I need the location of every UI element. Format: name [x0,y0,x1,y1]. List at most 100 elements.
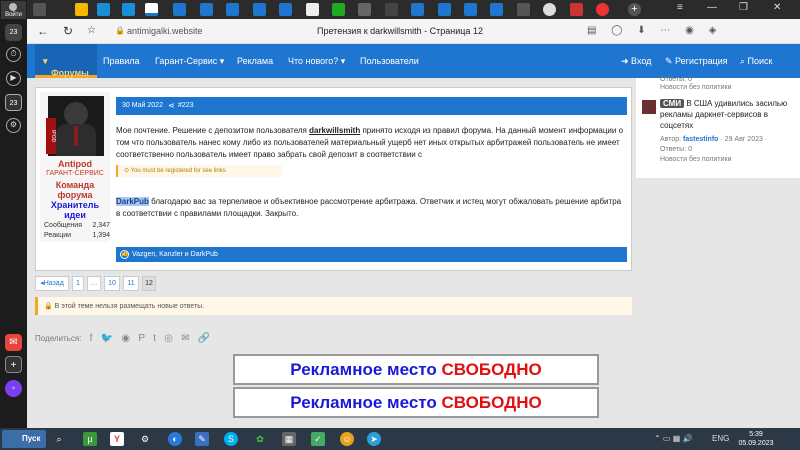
nav-guarantor[interactable]: Гарант-Сервис ▾ [155,56,224,67]
app-icon[interactable]: ▦ [282,432,296,446]
news-widget: Ответы: 0 Новости без политики СМИ В США… [636,76,800,178]
tab[interactable] [332,3,345,16]
app-icon[interactable]: ☺ [340,432,354,446]
tab-active[interactable] [145,3,158,16]
news-headline[interactable]: СМИ В США удивились засилью рекламы дарк… [660,98,800,131]
post-body: Мое почтение. Решение с депозитом пользо… [116,126,624,159]
torrent-icon[interactable]: µ [83,432,97,446]
reddit-icon[interactable]: ◉ [121,333,130,344]
prev-category[interactable]: Новости без политики [660,84,731,91]
tab[interactable] [97,3,110,16]
post-date[interactable]: 30 Май 2022 [122,102,163,109]
add-icon[interactable]: + [5,356,22,373]
bookmark-icon[interactable]: ☆ [87,25,96,37]
app-icon[interactable]: ◐ [168,432,182,446]
login-button[interactable]: Войти [1,1,26,19]
search-link[interactable]: ⌕ Поиск [740,56,773,67]
twitter-icon[interactable]: 🐦 [101,333,113,344]
share-icon[interactable]: ⋖ [168,101,175,110]
tab[interactable] [306,3,319,16]
page-prev[interactable]: ◂Назад [35,276,69,291]
nav-users[interactable]: Пользователи [360,56,419,66]
quoted-user-link[interactable]: darkwillsmith [309,126,360,135]
menu-icon[interactable]: ≡ [677,2,683,13]
tab[interactable] [279,3,292,16]
tab[interactable] [122,3,135,16]
tab[interactable] [570,3,583,16]
bug-icon[interactable]: ✿ [253,432,267,446]
tab[interactable] [253,3,266,16]
calendar-icon[interactable]: 23 [5,94,22,111]
page-1[interactable]: 1 [72,276,84,291]
settings-icon[interactable]: ⚙ [6,118,21,133]
whatsapp-icon[interactable]: ◎ [164,333,173,344]
alice-icon[interactable]: ◦ [5,380,22,397]
minimize-icon[interactable]: — [707,2,717,13]
history-icon[interactable]: ⏱ [6,47,21,62]
player-icon[interactable]: ▶ [6,71,21,86]
login-link[interactable]: ➜ Вход [621,56,651,67]
tumblr-icon[interactable]: t [153,333,156,344]
tab[interactable] [358,3,371,16]
reload-icon[interactable]: ↻ [63,25,73,37]
news-thumbnail[interactable] [642,100,656,114]
register-link[interactable]: ✎ Регистрация [665,56,728,67]
tab[interactable] [543,3,556,16]
app-icon[interactable]: ✎ [195,432,209,446]
browser-sidebar: Войти 23 ⏱ ▶ 23 ⚙ ✉ + ◦ [0,0,27,428]
pinterest-icon[interactable]: P [138,333,145,344]
tray-icons[interactable]: ⌃ ▭ ▦ 🔊 [654,434,692,443]
ad-banner-1[interactable]: Рекламное место СВОБОДНО [233,354,599,385]
language-indicator[interactable]: ENG [712,434,729,443]
app-icon[interactable]: ✓ [311,432,325,446]
tab[interactable] [385,3,398,16]
mail-icon[interactable]: ✉ [5,334,22,351]
post-number[interactable]: #223 [178,102,194,109]
mention-link[interactable]: DarkPub [116,197,149,206]
clock[interactable]: 5:39 05.09.2023 [736,430,776,448]
search-icon[interactable]: ⌕ [52,432,66,446]
new-tab-button[interactable]: + [628,3,641,16]
tab[interactable] [490,3,503,16]
tab[interactable] [75,3,88,16]
news-category[interactable]: Новости без политики [660,156,731,163]
tab[interactable] [33,3,46,16]
page-11[interactable]: 11 [123,276,139,291]
nav-ads[interactable]: Реклама [237,56,273,66]
page-ellipsis[interactable]: … [87,276,101,291]
tab[interactable] [596,3,609,16]
counter-badge[interactable]: 23 [5,24,22,41]
nav-whats-new[interactable]: Что нового? ▾ [288,56,345,67]
registration-notice: ⊙ You must be registered for see links [116,165,282,177]
tab[interactable] [464,3,477,16]
avatar[interactable]: IPOD [46,96,104,156]
skype-icon[interactable]: S [224,432,238,446]
close-window-icon[interactable]: ✕ [773,2,781,13]
reactions-bar[interactable]: 👍 Vazgen, Kanzler и DarkPub [116,247,627,262]
yandex-browser-icon[interactable]: Y [110,432,124,446]
nav-rules[interactable]: Правила [103,56,140,66]
facebook-icon[interactable]: f [90,333,93,344]
tab[interactable] [517,3,530,16]
email-icon[interactable]: ✉ [181,333,189,344]
tab[interactable] [200,3,213,16]
username[interactable]: Antipod [40,159,110,169]
toolbar-icons[interactable]: ▤ ◯ ⬇ ⋯ ◉ ◈ [587,25,722,36]
nav-forums[interactable]: Форумы ▾ [35,44,97,78]
site-nav: Форумы ▾ Правила Гарант-Сервис ▾ Реклама… [27,44,800,78]
tab[interactable] [438,3,451,16]
link-icon[interactable]: 🔗 [198,333,210,344]
tab[interactable] [173,3,186,16]
telegram-icon[interactable]: ➤ [367,432,381,446]
tab[interactable] [411,3,424,16]
start-button[interactable]: Пуск [2,430,46,448]
tab[interactable] [226,3,239,16]
url-field[interactable]: antimigalki.website [127,26,203,36]
page-10[interactable]: 10 [104,276,120,291]
settings-icon[interactable]: ⚙ [138,432,152,446]
restore-icon[interactable]: ❐ [739,2,748,13]
user-banner-team: Команда форума [55,180,95,200]
ad-banner-2[interactable]: Рекламное место СВОБОДНО [233,387,599,418]
page-12-current[interactable]: 12 [142,276,156,291]
back-icon[interactable]: ← [37,25,49,37]
